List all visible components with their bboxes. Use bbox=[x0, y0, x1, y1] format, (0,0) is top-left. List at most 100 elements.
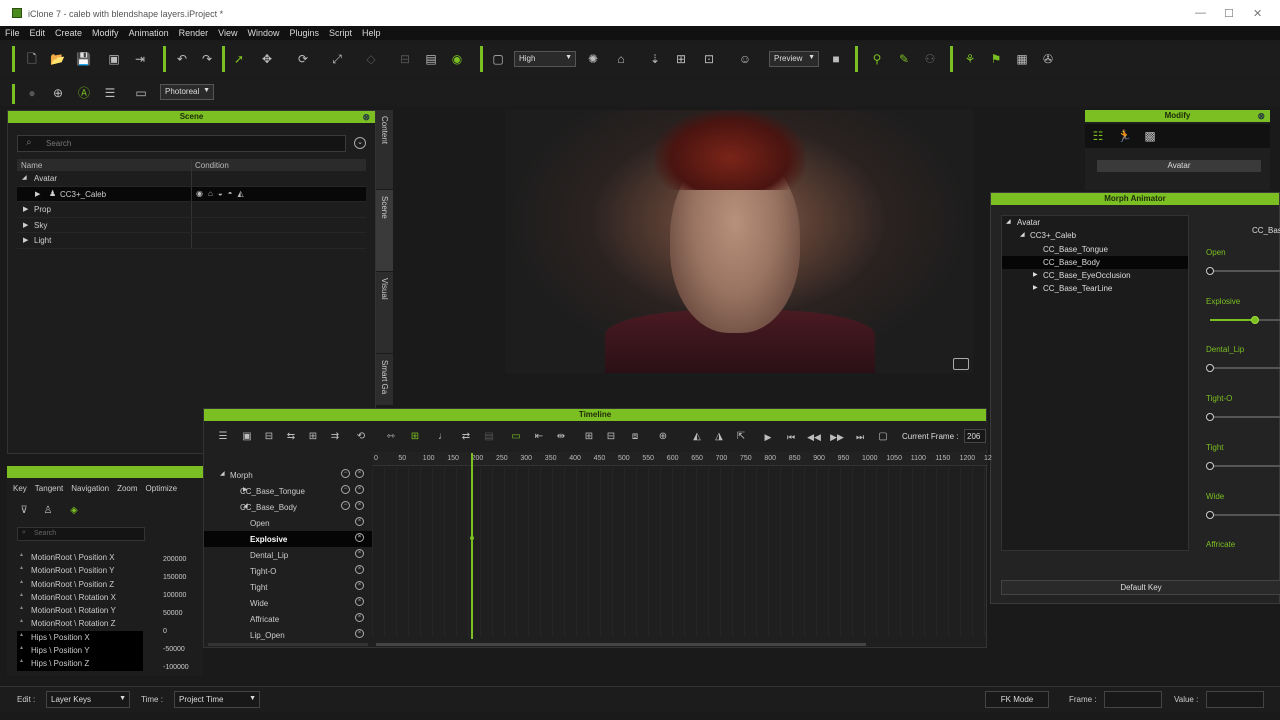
settings-sliders-icon[interactable]: ☰ bbox=[103, 86, 117, 100]
morph-tree-cc3-caleb[interactable]: ◢ CC3+_Caleb bbox=[1002, 229, 1188, 242]
expand-icon[interactable]: ◢ bbox=[220, 470, 225, 477]
morph-tree-body[interactable]: CC_Base_Body bbox=[1002, 255, 1188, 270]
play-icon[interactable]: ▶ bbox=[761, 430, 775, 444]
tab-tangent[interactable]: Tangent bbox=[31, 484, 67, 493]
morph-slider-knob[interactable] bbox=[1206, 267, 1214, 275]
keyframe-marker[interactable] bbox=[470, 536, 474, 540]
key-swap-icon[interactable]: ⇆ bbox=[284, 430, 298, 444]
close-track-icon[interactable]: × bbox=[355, 597, 364, 606]
rotate-icon[interactable]: ⟳ bbox=[296, 52, 310, 66]
channel-item[interactable]: ▴ MotionRoot \ Rotation X bbox=[17, 591, 143, 604]
key-lock-icon[interactable]: ▤ bbox=[482, 430, 496, 444]
video-camera-icon[interactable]: ■ bbox=[829, 52, 843, 66]
panel-icon[interactable]: ▭ bbox=[134, 86, 148, 100]
tab-visual[interactable]: Visual bbox=[376, 272, 393, 354]
value-input[interactable] bbox=[1206, 691, 1264, 708]
tab-key[interactable]: Key bbox=[9, 484, 31, 493]
filter-icon[interactable]: ⊽ bbox=[17, 504, 31, 518]
timeline-track[interactable]: Affricate × bbox=[204, 611, 372, 627]
expand-icon[interactable]: ▶ bbox=[23, 221, 28, 229]
close-icon[interactable]: ✕ bbox=[1253, 7, 1262, 20]
close-track-icon[interactable]: × bbox=[355, 565, 364, 574]
menu-window[interactable]: Window bbox=[242, 26, 284, 38]
list-icon[interactable]: ☰ bbox=[216, 430, 230, 444]
select-arrow-icon[interactable]: ➚ bbox=[232, 52, 246, 66]
timeline-scrollbar[interactable] bbox=[376, 643, 866, 646]
export-icon[interactable]: ⇥ bbox=[133, 52, 147, 66]
object-icon[interactable]: ● bbox=[25, 86, 39, 100]
menu-help[interactable]: Help bbox=[357, 26, 386, 38]
expand-icon[interactable]: ▶ bbox=[23, 236, 28, 244]
go-end-icon[interactable]: ◮ bbox=[712, 430, 726, 444]
morph-slider-knob[interactable] bbox=[1206, 364, 1214, 373]
save-icon[interactable]: 💾 bbox=[76, 52, 91, 66]
minimize-icon[interactable]: − bbox=[341, 485, 350, 494]
minimize-icon[interactable]: − bbox=[341, 469, 350, 478]
light-icon[interactable]: ✺ bbox=[586, 52, 600, 66]
tab-zoom[interactable]: Zoom bbox=[113, 484, 141, 493]
tools-icon[interactable]: ✇ bbox=[1041, 52, 1055, 66]
checker-icon[interactable]: ▩ bbox=[1143, 129, 1157, 143]
skip-back-icon[interactable]: ⏮ bbox=[784, 430, 798, 444]
cut-clip-icon[interactable]: ⊟ bbox=[604, 430, 618, 444]
layout-icon[interactable]: ▤ bbox=[424, 52, 438, 66]
channel-item[interactable]: ▴ MotionRoot \ Rotation Z bbox=[17, 617, 143, 630]
range-expand-icon[interactable]: ⇹ bbox=[554, 430, 568, 444]
edit-dropdown[interactable]: Layer Keys ▼ bbox=[46, 691, 130, 708]
key-add-icon[interactable]: ▣ bbox=[240, 430, 254, 444]
tree-row-cc3-caleb[interactable]: ▶ ♟ CC3+_Caleb ◉⌂◒◓◭ bbox=[17, 186, 366, 202]
close-icon[interactable]: ⊗ bbox=[1257, 110, 1265, 122]
timeline-track[interactable]: ◢ CC_Base_Body − × bbox=[204, 499, 372, 515]
avatar-section-header[interactable]: Avatar bbox=[1097, 160, 1261, 172]
tree-row-prop[interactable]: ▶ Prop bbox=[17, 202, 366, 218]
clipboard-icon[interactable]: ▦ bbox=[1015, 52, 1029, 66]
channel-item[interactable]: ▴ MotionRoot \ Position X bbox=[17, 551, 143, 564]
morph-slider-knob[interactable] bbox=[1206, 413, 1214, 422]
render-mode-dropdown[interactable]: Photoreal ▼ bbox=[160, 84, 214, 100]
timeline-track[interactable]: Open × bbox=[204, 515, 372, 531]
close-track-icon[interactable]: × bbox=[355, 533, 364, 542]
close-track-icon[interactable]: × bbox=[355, 581, 364, 590]
quality-dropdown[interactable]: High ▼ bbox=[514, 51, 576, 67]
menu-view[interactable]: View bbox=[213, 26, 242, 38]
menu-animation[interactable]: Animation bbox=[124, 26, 174, 38]
key-delete-icon[interactable]: ⊟ bbox=[262, 430, 276, 444]
maximize-icon[interactable]: ☐ bbox=[1224, 7, 1234, 20]
key-copy-icon[interactable]: ⇉ bbox=[328, 430, 342, 444]
visibility-eye-icon[interactable]: ◉ bbox=[450, 52, 464, 66]
morph-slider-track[interactable] bbox=[1210, 315, 1280, 324]
key-sync-icon[interactable]: ⇄ bbox=[459, 430, 473, 444]
range-icon[interactable]: ▭ bbox=[509, 430, 523, 444]
morph-slider-track[interactable] bbox=[1206, 364, 1280, 373]
channel-item[interactable]: ▴ MotionRoot \ Position Z bbox=[17, 578, 143, 591]
layers-icon[interactable]: ◈ bbox=[67, 504, 81, 518]
scene-search-input[interactable]: ⌕ Search bbox=[17, 135, 346, 152]
hierarchy-icon[interactable]: ♙ bbox=[41, 504, 55, 518]
minimize-icon[interactable]: − bbox=[341, 501, 350, 510]
snap-icon[interactable]: ◇ bbox=[364, 52, 378, 66]
sliders-icon[interactable]: ☷ bbox=[1091, 129, 1105, 143]
playhead[interactable] bbox=[471, 453, 473, 639]
close-track-icon[interactable]: × bbox=[355, 613, 364, 622]
expand-icon[interactable]: ▶ bbox=[35, 190, 40, 198]
menu-render[interactable]: Render bbox=[174, 26, 214, 38]
preview-dropdown[interactable]: Preview ▼ bbox=[769, 51, 819, 67]
timeline-track[interactable]: Tight × bbox=[204, 579, 372, 595]
morph-slider-track[interactable] bbox=[1206, 413, 1280, 422]
crowd-icon[interactable]: ⚇ bbox=[923, 52, 937, 66]
add-clip-icon[interactable]: ⊞ bbox=[582, 430, 596, 444]
grid-icon[interactable]: ⊞ bbox=[674, 52, 688, 66]
channel-item[interactable]: ▴ Hips \ Position Z bbox=[17, 657, 143, 671]
range-fit-icon[interactable]: ⇤ bbox=[532, 430, 546, 444]
timeline-track[interactable]: Tight-O × bbox=[204, 563, 372, 579]
menu-create[interactable]: Create bbox=[50, 26, 87, 38]
close-track-icon[interactable]: × bbox=[355, 501, 364, 510]
close-icon[interactable]: ⊗ bbox=[362, 111, 370, 123]
camera-target-icon[interactable]: ⊡ bbox=[702, 52, 716, 66]
timeline-track[interactable]: ▶ CC_Base_Tongue − × bbox=[204, 483, 372, 499]
home-icon[interactable]: ⌂ bbox=[614, 52, 628, 66]
key-collect-icon[interactable]: ⊞ bbox=[408, 430, 422, 444]
zoom-icon[interactable]: ⊕ bbox=[51, 86, 65, 100]
default-key-button[interactable]: Default Key bbox=[1001, 580, 1280, 595]
viewport-icon[interactable]: ▢ bbox=[491, 52, 505, 66]
